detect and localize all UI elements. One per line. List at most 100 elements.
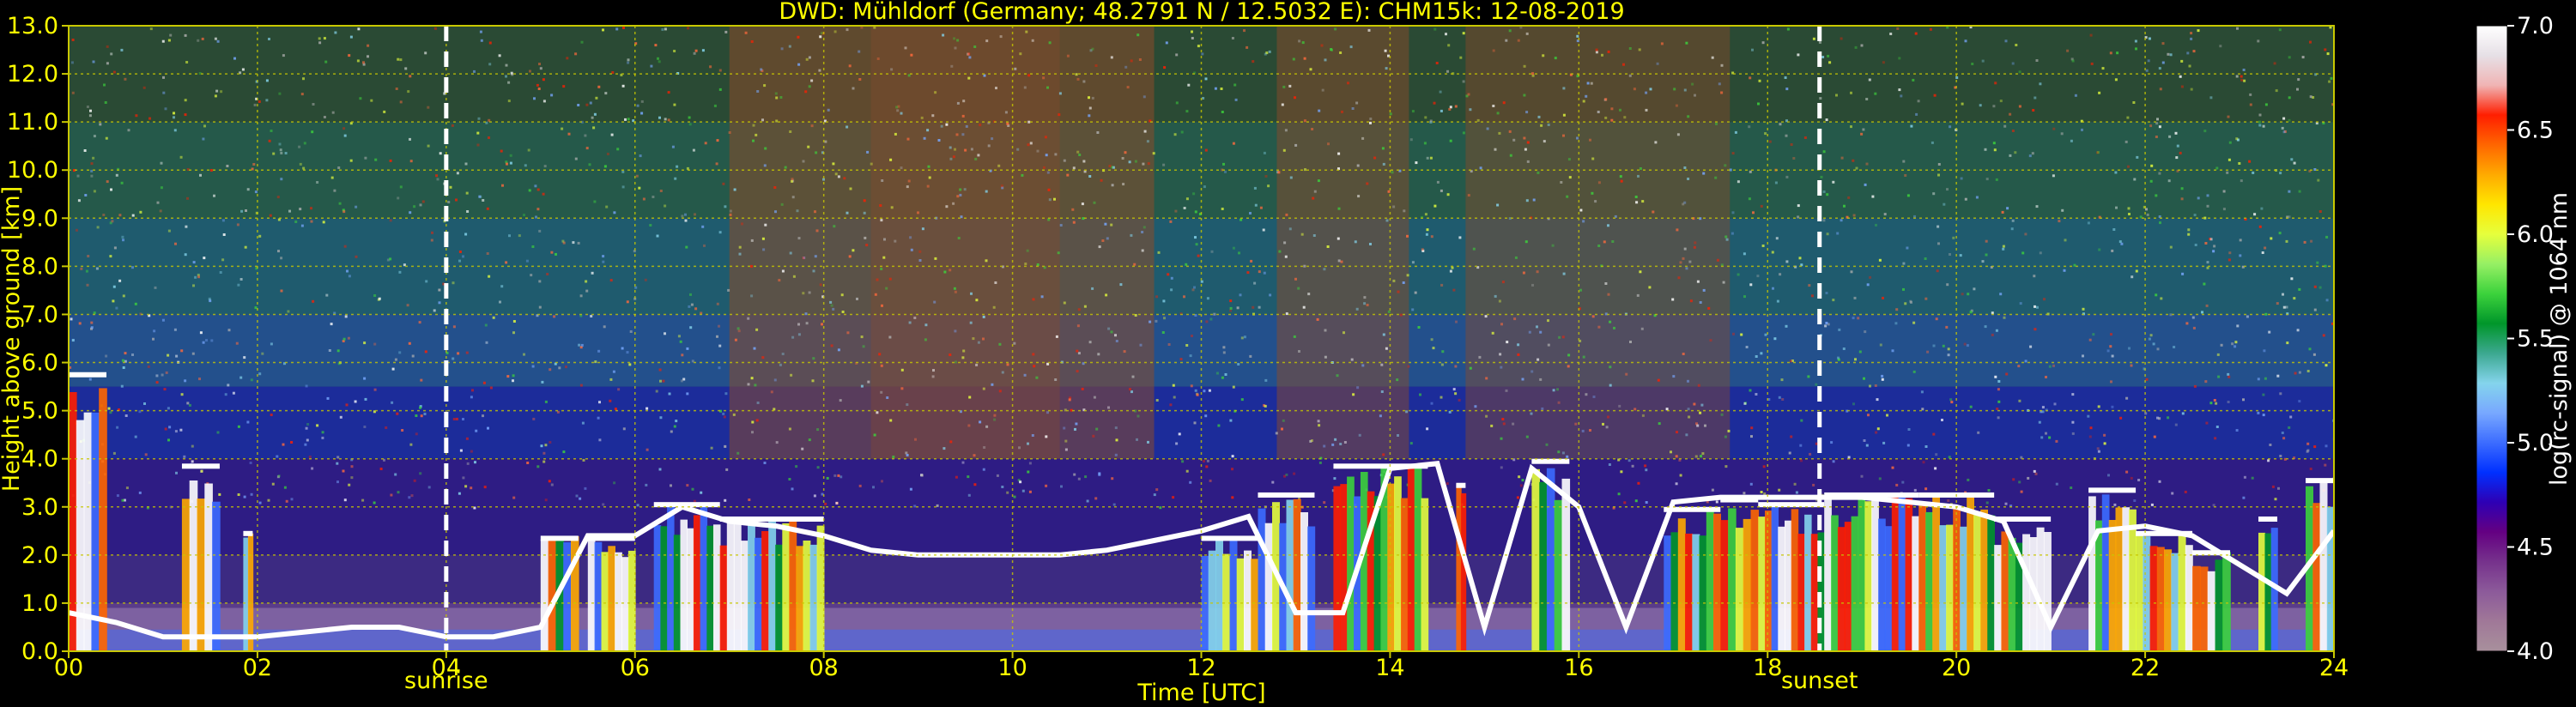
noise-dot xyxy=(1519,484,1523,487)
noise-dot xyxy=(1165,41,1168,45)
noise-dot xyxy=(1088,175,1092,178)
noise-dot xyxy=(2131,275,2134,279)
noise-dot xyxy=(1694,94,1696,97)
noise-dot xyxy=(2204,242,2208,245)
noise-dot xyxy=(385,426,388,429)
noise-dot xyxy=(2242,398,2245,402)
noise-dot xyxy=(1124,65,1128,69)
noise-dot xyxy=(374,158,378,161)
noise-dot xyxy=(1889,33,1893,35)
noise-dot xyxy=(2248,160,2252,163)
noise-dot xyxy=(2240,179,2243,183)
noise-dot xyxy=(1197,45,1200,48)
noise-dot xyxy=(566,57,569,60)
noise-dot xyxy=(2087,221,2090,225)
noise-dot xyxy=(1392,279,1396,282)
noise-dot xyxy=(567,132,571,136)
noise-dot xyxy=(2137,479,2141,481)
noise-dot xyxy=(585,289,589,293)
noise-dot xyxy=(342,210,346,214)
noise-dot xyxy=(1136,33,1140,37)
noise-dot xyxy=(1648,286,1652,289)
noise-dot xyxy=(1687,178,1690,180)
noise-dot xyxy=(1414,291,1417,294)
noise-dot xyxy=(1484,315,1488,318)
noise-dot xyxy=(1240,398,1244,402)
noise-dot xyxy=(486,207,489,210)
noise-dot xyxy=(1045,435,1048,438)
noise-dot xyxy=(1136,414,1140,418)
noise-dot xyxy=(813,494,816,498)
noise-dot xyxy=(2282,117,2286,120)
noise-dot xyxy=(1264,174,1268,178)
noise-dot xyxy=(687,27,690,30)
cloud-column xyxy=(680,519,688,651)
noise-dot xyxy=(1854,45,1858,49)
cloud-column xyxy=(803,541,811,651)
noise-dot xyxy=(779,96,783,99)
noise-dot xyxy=(1091,96,1094,100)
noise-dot xyxy=(827,108,830,112)
noise-dot xyxy=(106,45,109,48)
noise-dot xyxy=(161,39,165,43)
noise-dot xyxy=(953,287,956,290)
cloud-column xyxy=(247,533,254,651)
noise-dot xyxy=(1380,390,1384,393)
noise-dot xyxy=(1688,260,1692,263)
noise-dot xyxy=(1797,53,1800,57)
noise-dot xyxy=(1611,240,1615,243)
noise-dot xyxy=(473,69,476,73)
noise-dot xyxy=(2193,214,2197,217)
noise-dot xyxy=(438,301,441,305)
noise-dot xyxy=(1031,39,1034,42)
noise-dot xyxy=(1523,136,1526,140)
noise-dot xyxy=(975,299,979,302)
noise-dot xyxy=(167,354,170,357)
noise-dot xyxy=(2226,171,2229,174)
noise-dot xyxy=(791,196,795,199)
noise-dot xyxy=(224,393,227,396)
noise-dot xyxy=(824,502,827,505)
noise-dot xyxy=(1634,196,1638,198)
noise-dot xyxy=(111,220,114,223)
x-tick-label: 00 xyxy=(54,655,83,681)
noise-dot xyxy=(918,259,922,262)
noise-dot xyxy=(476,143,480,147)
noise-dot xyxy=(1469,108,1472,112)
noise-dot xyxy=(810,124,814,128)
noise-dot xyxy=(2134,39,2137,43)
noise-dot xyxy=(584,486,587,490)
noise-dot xyxy=(1229,419,1233,422)
cloud-column xyxy=(2171,553,2179,651)
noise-dot xyxy=(645,483,648,486)
noise-dot xyxy=(543,165,547,168)
noise-dot xyxy=(1552,389,1555,392)
noise-dot xyxy=(924,323,928,327)
noise-dot xyxy=(1430,402,1433,405)
noise-dot xyxy=(1597,111,1600,113)
noise-dot xyxy=(1645,501,1648,504)
noise-dot xyxy=(2205,304,2209,307)
noise-dot xyxy=(1743,252,1746,256)
noise-dot xyxy=(1082,80,1086,83)
noise-dot xyxy=(1448,107,1452,111)
noise-dot xyxy=(1748,125,1751,129)
noise-dot xyxy=(1189,354,1192,358)
noise-dot xyxy=(597,85,601,88)
noise-dot xyxy=(244,245,247,249)
noise-dot xyxy=(788,478,791,480)
noise-dot xyxy=(549,441,552,444)
noise-dot xyxy=(1357,195,1361,198)
noise-dot xyxy=(2293,297,2296,300)
noise-dot xyxy=(1675,104,1678,107)
noise-dot xyxy=(2021,251,2025,255)
noise-dot xyxy=(1167,273,1170,276)
noise-dot xyxy=(2235,429,2239,432)
noise-dot xyxy=(2088,435,2092,438)
noise-dot xyxy=(889,419,893,422)
noise-dot xyxy=(142,86,146,89)
noise-dot xyxy=(1415,161,1418,165)
noise-dot xyxy=(1842,347,1846,350)
noise-dot xyxy=(969,321,973,324)
noise-dot xyxy=(1363,302,1367,305)
